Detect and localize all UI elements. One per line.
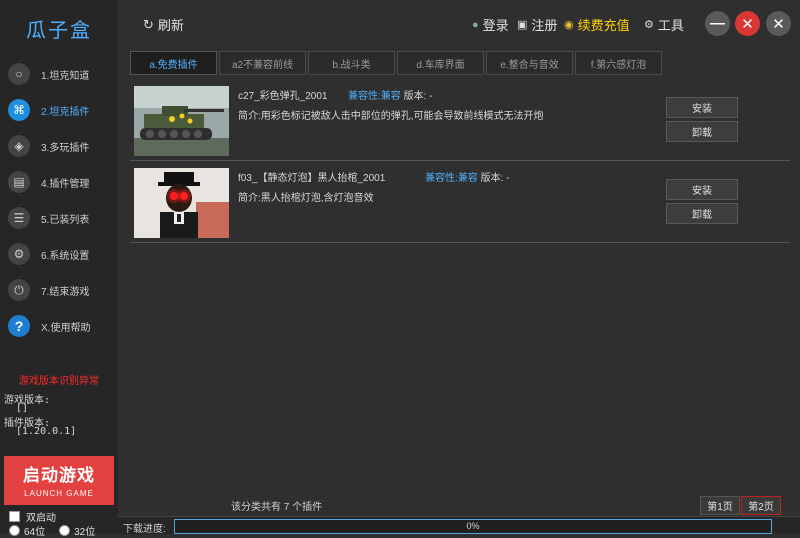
sidebar: 瓜子盒 ○ 1.坦克知道 ⌘ 2.坦克插件 ◈ 3.多玩插件 ▤ 4.插件管理 … [0, 0, 118, 538]
sidebar-item-end-game[interactable]: ⏻ 7.结束游戏 [0, 273, 118, 307]
minimize-icon: — [710, 15, 725, 32]
refresh-label: 刷新 [157, 18, 184, 33]
gear-icon: ⚙ [8, 243, 30, 265]
version-value: - [506, 173, 510, 184]
dual-launch-label: 双启动 [26, 513, 56, 524]
plugin-version-value: [1.20.0.1] [16, 426, 77, 437]
sidebar-item-label: 7.结束游戏 [41, 286, 90, 298]
plugin-row: f03_【静态灯泡】黑人抬棺_2001 兼容性:兼容 版本: - 简介:黑人抬棺… [130, 164, 790, 243]
sidebar-item-label: 3.多玩插件 [41, 142, 90, 154]
sidebar-item-tank-know[interactable]: ○ 1.坦克知道 [0, 57, 118, 91]
tab-sixth-sense[interactable]: f.第六感灯泡 [575, 51, 662, 75]
plugin-row: c27_彩色弹孔_2001 兼容性:兼容 版本: - 简介:用彩色标记被敌人击中… [130, 82, 790, 161]
cube-icon: ◈ [8, 135, 30, 157]
radio-64bit[interactable] [9, 525, 20, 536]
coffin-dance-image [134, 168, 229, 238]
dual-launch-checkbox[interactable]: 双启动 [9, 509, 56, 524]
tank-radar-icon: ⌘ [8, 99, 30, 121]
sidebar-item-label: 4.插件管理 [41, 178, 90, 190]
tab-integration-sound[interactable]: e.整合与音效 [486, 51, 573, 75]
sidebar-item-installed-list[interactable]: ☰ 5.已装列表 [0, 201, 118, 235]
close-icon: ✕ [741, 15, 754, 33]
tools-label: 工具 [657, 18, 684, 33]
login-label: 登录 [482, 18, 509, 33]
gear-icon: ⚙ [644, 19, 654, 31]
sidebar-item-label: X.使用帮助 [41, 322, 91, 334]
sidebar-item-label: 2.坦克插件 [41, 106, 90, 118]
sidebar-item-tank-plugins[interactable]: ⌘ 2.坦克插件 [0, 93, 118, 127]
sidebar-item-duowan-plugins[interactable]: ◈ 3.多玩插件 [0, 129, 118, 163]
recharge-label: 续费充值 [577, 18, 630, 33]
sidebar-item-help[interactable]: ? X.使用帮助 [0, 309, 118, 343]
progress-text: 0% [466, 521, 480, 531]
launch-label: 启动游戏 [23, 466, 95, 485]
tab-garage-ui[interactable]: d.车库界面 [397, 51, 484, 75]
minimize-button[interactable]: — [705, 11, 730, 36]
plugin-description: 简介:黑人抬棺灯泡,含灯泡音效 [238, 193, 374, 204]
plugin-thumbnail [134, 168, 229, 238]
plugin-description: 简介:用彩色标记被敌人击中部位的弹孔,可能会导致前线模式无法开炮 [238, 111, 544, 122]
version-warning: 游戏版本识别异常 [19, 376, 99, 387]
launch-game-button[interactable]: 启动游戏 LAUNCH GAME [4, 456, 114, 505]
tools-link[interactable]: ⚙ 工具 [644, 15, 684, 34]
plugin-name: f03_【静态灯泡】黑人抬棺_2001 [238, 173, 386, 184]
version-label: 版本: [403, 91, 427, 102]
list-icon: ☰ [8, 207, 30, 229]
login-link[interactable]: ● 登录 [472, 15, 509, 34]
refresh-icon: ↻ [143, 16, 154, 32]
page-2-button[interactable]: 第2页 [741, 496, 781, 515]
id-card-icon: ▣ [517, 19, 528, 31]
compat-label: 兼容性: [348, 91, 381, 102]
tab-free-plugins[interactable]: a.免费插件 [130, 51, 217, 75]
install-button[interactable]: 安装 [666, 179, 738, 200]
plugin-compat: 兼容性:兼容 版本: - [425, 169, 509, 184]
plugin-count: 该分类共有 7 个插件 [231, 502, 323, 513]
close-icon: ✕ [772, 15, 785, 33]
tab-combat[interactable]: b.战斗类 [308, 51, 395, 75]
bulb-icon: ○ [8, 63, 30, 85]
checkbox-box[interactable] [9, 511, 20, 522]
register-label: 注册 [531, 18, 558, 33]
download-progress: 0% [174, 519, 772, 534]
app-logo: 瓜子盒 [26, 18, 92, 42]
bitness-radio-group: 64位 32位 [9, 523, 95, 538]
recharge-link[interactable]: ◉ 续费充值 [564, 15, 630, 34]
help-icon: ? [8, 315, 30, 337]
power-icon: ⏻ [8, 279, 30, 301]
sidebar-item-label: 5.已装列表 [41, 214, 90, 226]
compat-label: 兼容性: [425, 173, 458, 184]
sidebar-item-system-settings[interactable]: ⚙ 6.系统设置 [0, 237, 118, 271]
page-1-button[interactable]: 第1页 [700, 496, 740, 515]
refresh-button[interactable]: ↻ 刷新 [143, 15, 184, 34]
download-bar: 下载进度: 0% [118, 516, 800, 535]
coins-icon: ◉ [564, 19, 574, 31]
tank-image [134, 86, 229, 156]
version-value: - [429, 91, 433, 102]
document-icon: ▤ [8, 171, 30, 193]
compat-value: 兼容 [457, 173, 478, 184]
version-label: 版本: [480, 173, 504, 184]
radio-64bit-label: 64位 [24, 527, 46, 538]
close-button[interactable]: ✕ [766, 11, 791, 36]
category-tabs: a.免费插件 a2不兼容前线 b.战斗类 d.车库界面 e.整合与音效 f.第六… [130, 51, 664, 75]
compat-value: 兼容 [380, 91, 401, 102]
uninstall-button[interactable]: 卸载 [666, 203, 738, 224]
game-version-value: [] [16, 403, 29, 414]
uninstall-button[interactable]: 卸载 [666, 121, 738, 142]
plugin-name: c27_彩色弹孔_2001 [238, 91, 328, 102]
register-link[interactable]: ▣ 注册 [517, 15, 557, 34]
plugin-thumbnail [134, 86, 229, 156]
user-icon: ● [472, 18, 479, 31]
launch-sublabel: LAUNCH GAME [24, 489, 94, 498]
plugin-compat: 兼容性:兼容 版本: - [348, 87, 432, 102]
close-red-button[interactable]: ✕ [735, 11, 760, 36]
sidebar-item-plugin-manage[interactable]: ▤ 4.插件管理 [0, 165, 118, 199]
radio-32bit-label: 32位 [74, 527, 96, 538]
sidebar-item-label: 6.系统设置 [41, 250, 90, 262]
tab-incompatible-frontline[interactable]: a2不兼容前线 [219, 51, 306, 75]
radio-32bit[interactable] [59, 525, 71, 536]
install-button[interactable]: 安装 [666, 97, 738, 118]
sidebar-item-label: 1.坦克知道 [41, 70, 90, 82]
